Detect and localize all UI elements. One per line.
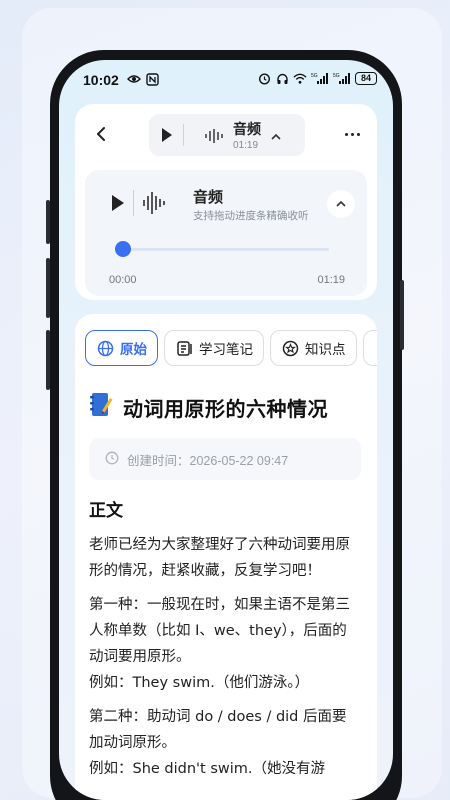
phone-screen: 10:02 5G 5G 84 音频 01:19 音频 支持拖动进度条精确收听 0… [59, 60, 393, 800]
player-card: 音频 01:19 音频 支持拖动进度条精确收听 00:00 01:19 [75, 104, 377, 300]
signal-5g-icon: 5G [311, 71, 329, 85]
mini-player-duration: 01:19 [233, 140, 259, 151]
tab-label: 学习笔记 [199, 342, 253, 358]
divider [133, 190, 134, 216]
back-button[interactable] [89, 122, 113, 146]
status-bar: 10:02 5G 5G 84 [59, 60, 393, 98]
paragraph: 第二种：助动词 do / does / did 后面要 加动词原形。 例如：Sh… [89, 709, 347, 777]
section-title: 正文 [89, 501, 123, 521]
tab-label: 知识点 [305, 342, 346, 358]
total-time: 01:19 [317, 274, 345, 286]
play-icon[interactable] [111, 194, 125, 216]
created-label: 创建时间： [127, 452, 190, 468]
chevron-up-icon [336, 200, 346, 207]
player-title: 音频 [193, 188, 224, 206]
audio-player-panel: 音频 支持拖动进度条精确收听 00:00 01:19 [85, 170, 367, 296]
document-title: 动词用原形的六种情况 [123, 396, 328, 421]
play-icon[interactable] [161, 127, 173, 147]
waveform-icon [143, 192, 165, 218]
progress-thumb[interactable] [115, 241, 131, 257]
document-body: 老师已经为大家整理好了六种动词要用原 形的情况，赶紧收藏，反复学习吧！ 第一种：… [89, 532, 365, 790]
notes-icon [175, 339, 193, 357]
signal-5g-icon: 5G [333, 71, 351, 85]
more-button[interactable] [339, 122, 365, 146]
alarm-icon [257, 71, 271, 85]
tab-more[interactable] [362, 330, 377, 366]
clock-icon [105, 450, 119, 469]
phone-power-button [400, 280, 404, 350]
chevron-left-icon [97, 127, 105, 141]
divider [183, 124, 184, 146]
mini-player[interactable]: 音频 01:19 [149, 114, 305, 156]
chevron-up-icon[interactable] [271, 126, 281, 145]
phone-side-button [46, 258, 50, 318]
svg-text:5G: 5G [311, 73, 318, 79]
phone-side-button [46, 330, 50, 390]
status-time: 10:02 [83, 72, 119, 88]
nfc-icon [145, 72, 159, 86]
player-subtitle: 支持拖动进度条精确收听 [193, 210, 309, 222]
collapse-button[interactable] [327, 190, 355, 218]
paragraph: 第一种：一般现在时，如果主语不是第三 人称单数（比如 I、we、they），后面… [89, 597, 350, 691]
tab-study-notes[interactable]: 学习笔记 [164, 330, 264, 366]
wifi-icon [293, 71, 307, 85]
battery-icon: 84 [355, 71, 377, 85]
phone-side-button [46, 200, 50, 244]
svg-text:5G: 5G [333, 73, 340, 79]
content-card: 原始 学习笔记 知识点 动词用原形的六种情况 创建时间：2026-05-22 0… [75, 314, 377, 800]
created-value: 2026-05-22 09:47 [189, 453, 289, 468]
globe-icon [96, 339, 114, 357]
waveform-icon [205, 128, 223, 147]
more-horizontal-icon [344, 132, 348, 136]
star-icon [281, 339, 299, 357]
paragraph: 老师已经为大家整理好了六种动词要用原 形的情况，赶紧收藏，反复学习吧！ [89, 537, 350, 579]
tab-original[interactable]: 原始 [85, 330, 158, 366]
current-time: 00:00 [109, 274, 137, 286]
progress-track[interactable] [125, 248, 329, 251]
headphones-icon [275, 71, 289, 85]
document-header: 动词用原形的六种情况 [89, 392, 328, 422]
notebook-icon [89, 392, 113, 422]
created-time-box: 创建时间：2026-05-22 09:47 [89, 438, 361, 480]
tab-label: 原始 [120, 342, 147, 358]
mini-player-title: 音频 [233, 122, 261, 138]
tab-knowledge-points[interactable]: 知识点 [270, 330, 357, 366]
eye-icon [127, 72, 141, 86]
tab-bar: 原始 学习笔记 知识点 [85, 330, 377, 366]
